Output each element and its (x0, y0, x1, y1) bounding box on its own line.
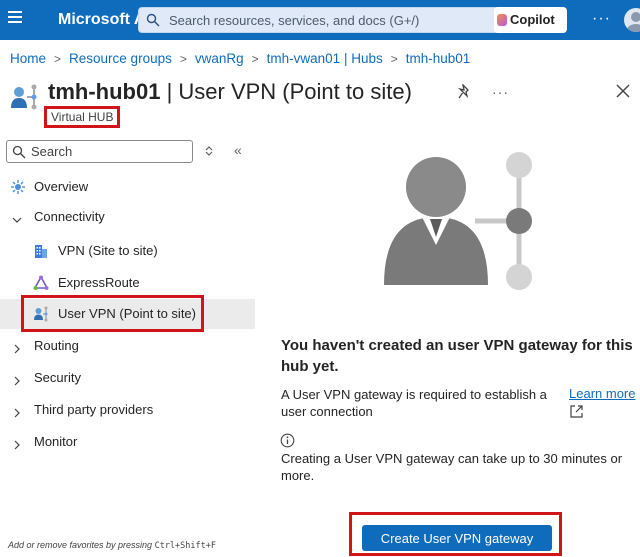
collapse-sidebar-icon[interactable]: « (234, 142, 242, 158)
sidebar-item-vpn-site-to-site[interactable]: VPN (Site to site) (0, 236, 255, 266)
sidebar-item-label: VPN (Site to site) (58, 243, 158, 258)
breadcrumb-separator-icon: > (390, 52, 398, 66)
close-icon[interactable] (616, 84, 630, 103)
favorites-tip-text: Add or remove favorites by pressing (8, 540, 155, 550)
sidebar-item-label: Third party providers (34, 402, 154, 417)
create-user-vpn-gateway-button[interactable]: Create User VPN gateway (362, 525, 552, 551)
pin-icon[interactable] (457, 83, 472, 105)
highlight-box-user-vpn (21, 295, 204, 332)
sidebar-group-connectivity[interactable]: Connectivity (0, 202, 255, 232)
sidebar-search-input[interactable]: Search (6, 140, 193, 163)
overview-icon (10, 179, 26, 200)
page-title: tmh-hub01 | User VPN (Point to site) (48, 79, 412, 105)
empty-state-description: A User VPN gateway is required to establ… (281, 387, 547, 419)
breadcrumb: Home > Resource groups > vwanRg > tmh-vwan01 |… (10, 51, 470, 66)
sidebar-item-expressroute[interactable]: ExpressRoute (0, 268, 255, 298)
expressroute-icon (33, 275, 49, 296)
breadcrumb-separator-icon: > (179, 52, 187, 66)
sidebar-item-label: Monitor (34, 434, 78, 449)
menu-icon[interactable] (8, 11, 22, 25)
avatar[interactable] (624, 8, 640, 32)
favorites-shortcut: Ctrl+Shift+F (154, 541, 216, 551)
user-vpn-illustration (380, 145, 540, 300)
expand-collapse-icon[interactable] (204, 144, 214, 162)
sidebar-group-monitor[interactable]: Monitor (0, 427, 255, 457)
sidebar-item-overview[interactable]: Overview (0, 172, 255, 202)
sidebar-group-routing[interactable]: Routing (0, 331, 255, 361)
learn-more-link[interactable]: Learn more (569, 386, 635, 401)
search-icon (146, 13, 160, 32)
sidebar-search-placeholder: Search (31, 144, 73, 159)
sidebar-item-label: ExpressRoute (58, 275, 140, 290)
resource-type-label: Virtual HUB (44, 106, 121, 128)
chevron-down-icon (12, 212, 22, 230)
global-search-input[interactable]: Search resources, services, and docs (G+… (138, 7, 505, 33)
sidebar-item-label: Security (34, 370, 81, 385)
external-link-icon[interactable] (569, 404, 584, 424)
breadcrumb-hub[interactable]: tmh-hub01 (406, 51, 471, 66)
sidebar-item-label: Overview (34, 179, 89, 194)
breadcrumb-resource-groups[interactable]: Resource groups (69, 51, 172, 66)
empty-state-heading: You haven't created an user VPN gateway … (281, 337, 633, 375)
sidebar-group-security[interactable]: Security (0, 363, 255, 393)
sidebar-item-label: Connectivity (34, 209, 105, 224)
more-icon[interactable]: ··· (492, 84, 509, 100)
copilot-icon (497, 14, 507, 26)
sidebar-item-label: Routing (34, 338, 79, 353)
chevron-right-icon (12, 405, 22, 423)
chevron-right-icon (12, 373, 22, 391)
breadcrumb-separator-icon: > (251, 52, 259, 66)
favorites-tip: Add or remove favorites by pressing Ctrl… (8, 540, 216, 551)
user-vpn-icon (10, 84, 40, 117)
breadcrumb-hubs[interactable]: tmh-vwan01 | Hubs (267, 51, 383, 66)
portal-brand[interactable]: Microsoft A (58, 11, 145, 29)
chevron-right-icon (12, 341, 22, 359)
chevron-right-icon (12, 437, 22, 455)
duration-note: Creating a User VPN gateway can take up … (281, 451, 623, 483)
search-icon (12, 145, 26, 164)
breadcrumb-separator-icon: > (54, 52, 62, 66)
top-bar: Microsoft A Search resources, services, … (0, 0, 640, 40)
vpn-site-icon (33, 243, 49, 264)
breadcrumb-resource-group[interactable]: vwanRg (195, 51, 244, 66)
sidebar-group-third-party-providers[interactable]: Third party providers (0, 395, 255, 425)
copilot-label: Copilot (510, 12, 555, 27)
search-placeholder: Search resources, services, and docs (G+… (169, 13, 420, 28)
settings-more-icon[interactable]: ··· (592, 10, 611, 28)
breadcrumb-home[interactable]: Home (10, 51, 46, 66)
page-title-resource: tmh-hub01 (48, 79, 161, 104)
page-title-blade: | User VPN (Point to site) (160, 79, 412, 104)
copilot-button[interactable]: Copilot (494, 7, 567, 33)
